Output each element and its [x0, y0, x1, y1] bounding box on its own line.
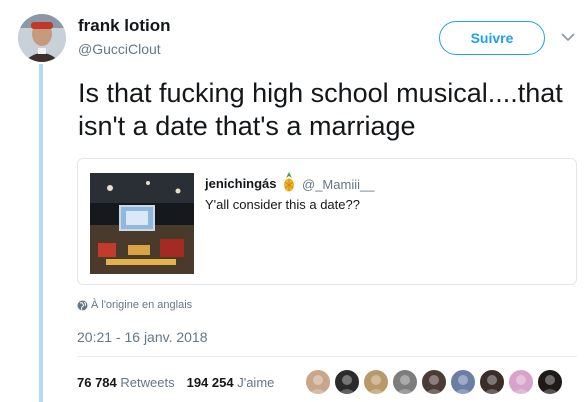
liker-avatar-3[interactable]: [363, 369, 389, 395]
quoted-tweet-card[interactable]: jenichingás @_Mamiii__ Y'all consider th…: [77, 158, 577, 285]
liker-avatar-2[interactable]: [334, 369, 360, 395]
likes-count: 194 254: [186, 375, 234, 390]
user-avatar-icon: [18, 14, 66, 62]
quoted-author-handle[interactable]: @_Mamiii__: [302, 177, 374, 192]
translation-label[interactable]: À l'origine en anglais: [91, 299, 192, 311]
likes-stat[interactable]: 194 254 J'aime: [187, 375, 275, 390]
liker-avatar-9[interactable]: [537, 369, 563, 395]
car-dashboard-photo-icon: [90, 173, 194, 274]
tweet-stats: 76 784 Retweets 194 254 J'aime: [77, 375, 274, 390]
liker-avatar-5[interactable]: [421, 369, 447, 395]
author-avatar[interactable]: [18, 14, 66, 62]
author-handle[interactable]: @GucciClout: [78, 41, 161, 57]
chevron-down-icon[interactable]: [561, 32, 575, 42]
liker-avatar-6[interactable]: [450, 369, 476, 395]
pineapple-emoji-icon: [284, 172, 294, 192]
quoted-tweet-text: Y'all consider this a date??: [205, 197, 360, 212]
liker-avatar-4[interactable]: [392, 369, 418, 395]
liker-avatar-1[interactable]: [305, 369, 331, 395]
quoted-tweet-image[interactable]: [90, 173, 194, 274]
tweet-timestamp[interactable]: 20:21 - 16 janv. 2018: [77, 329, 208, 345]
follow-button[interactable]: Suivre: [439, 21, 545, 55]
thread-line: [39, 64, 43, 402]
tweet-text: Is that fucking high school musical....t…: [78, 78, 563, 141]
quoted-author-name[interactable]: jenichingás: [205, 176, 277, 191]
retweets-count: 76 784: [77, 375, 117, 390]
liker-avatar-7[interactable]: [479, 369, 505, 395]
retweets-label: Retweets: [120, 375, 175, 390]
author-name[interactable]: frank lotion: [78, 16, 171, 36]
liker-avatar-8[interactable]: [508, 369, 534, 395]
globe-icon: [77, 300, 88, 311]
divider: [77, 356, 577, 357]
likes-label: J'aime: [237, 375, 275, 390]
retweets-stat[interactable]: 76 784 Retweets: [77, 375, 175, 390]
